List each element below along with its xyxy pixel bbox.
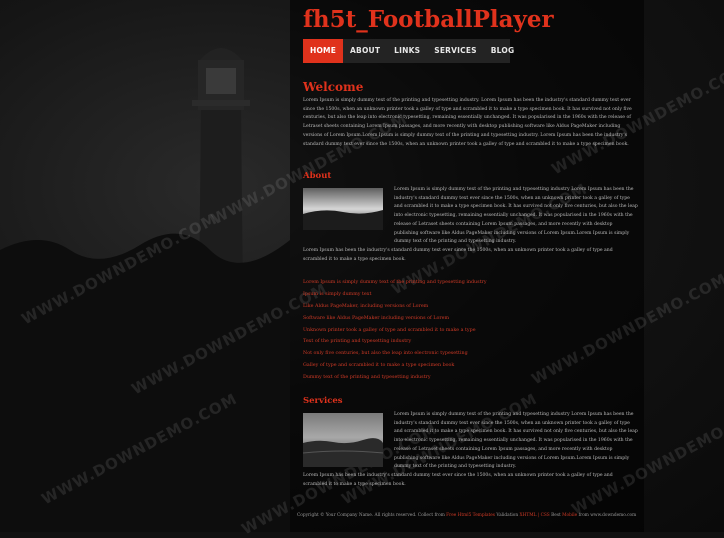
welcome-heading: Welcome [303, 80, 364, 94]
nav-about[interactable]: ABOUT [343, 39, 387, 63]
lighthouse-dome [200, 48, 242, 60]
links-list: Lorem Ipsum is simply dummy text of the … [303, 277, 487, 384]
footer-link-mobile[interactable]: Mobile [562, 513, 577, 518]
link-item[interactable]: Ipsum is simply dummy text [303, 289, 487, 301]
lighthouse-gallery [192, 100, 250, 106]
services-text: Lorem Ipsum is simply dummy text of the … [394, 412, 638, 470]
tree-line [0, 233, 290, 532]
nav-home[interactable]: HOME [303, 39, 344, 63]
footer-text: Best [551, 513, 561, 518]
nav-links[interactable]: LINKS [387, 39, 427, 63]
footer-link-validation[interactable]: XHTML | CSS [520, 513, 550, 518]
nav-blog[interactable]: BLOG [484, 39, 522, 63]
about-image [303, 188, 383, 230]
about-text: Lorem Ipsum is simply dummy text of the … [394, 187, 638, 245]
footer-copyright: Copyright © Your Company Name. All right… [297, 513, 445, 518]
nav-services[interactable]: SERVICES [427, 39, 484, 63]
footer: Copyright © Your Company Name. All right… [297, 513, 636, 518]
welcome-text: Lorem Ipsum is simply dummy text of the … [303, 98, 632, 147]
link-item[interactable]: Not only five centuries, but also the le… [303, 348, 487, 360]
link-item[interactable]: Galley of type and scrambled it to make … [303, 360, 487, 372]
services-text-continued: Lorem Ipsum has been the industry's stan… [303, 473, 613, 487]
services-heading: Services [303, 396, 343, 406]
site-title: fh5t_FootballPlayer [303, 6, 554, 33]
footer-text: from www.downdemo.com [578, 513, 637, 518]
link-item[interactable]: Unknown printer took a galley of type an… [303, 325, 487, 337]
services-image [303, 413, 383, 467]
about-heading: About [303, 171, 332, 181]
link-item[interactable]: Text of the printing and typesetting ind… [303, 336, 487, 348]
footer-text: Validation [496, 513, 519, 518]
about-text-continued: Lorem Ipsum has been the industry's stan… [303, 248, 613, 262]
link-item[interactable]: Dummy text of the printing and typesetti… [303, 372, 487, 384]
main-nav: HOME ABOUT LINKS SERVICES BLOG [303, 39, 514, 63]
footer-link-templates[interactable]: Free Html5 Templates [446, 513, 495, 518]
link-item[interactable]: Lorem Ipsum is simply dummy text of the … [303, 277, 487, 289]
link-item[interactable]: Software like Aldus PageMaker including … [303, 313, 487, 325]
link-item[interactable]: Like Aldus PageMaker, including versions… [303, 301, 487, 313]
lighthouse-window [206, 68, 236, 94]
